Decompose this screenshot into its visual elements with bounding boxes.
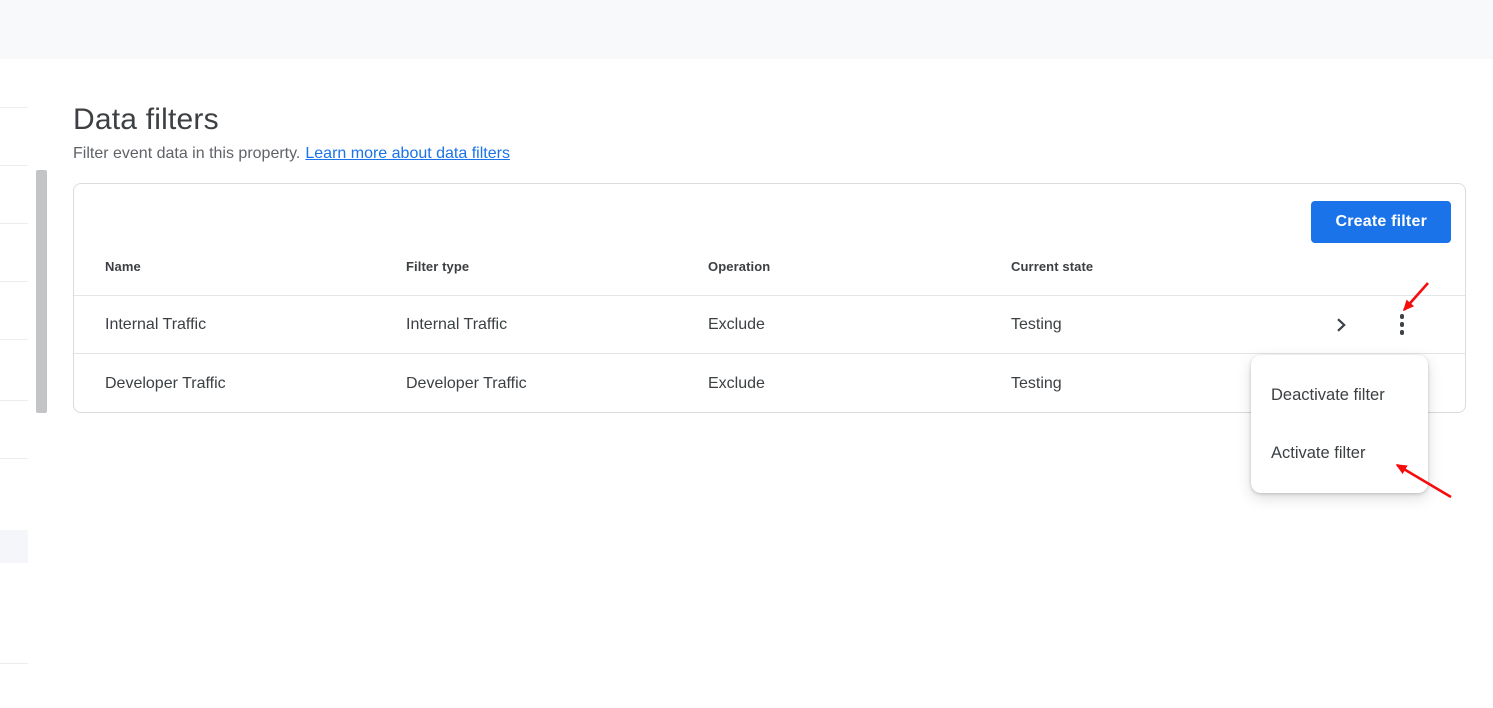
ga-admin-data-filters-page: Data filters Filter event data in this p… <box>0 0 1493 708</box>
cell-current-state: Testing <box>1011 355 1062 413</box>
header-current-state: Current state <box>1011 259 1093 274</box>
sidebar-divider <box>0 223 28 224</box>
sidebar-divider <box>0 339 28 340</box>
cell-filter-type: Developer Traffic <box>406 355 527 413</box>
page-subtitle: Filter event data in this property. Learn… <box>73 145 510 163</box>
top-bar <box>0 0 1493 59</box>
sidebar-divider <box>0 107 28 108</box>
menu-item-activate-filter[interactable]: Activate filter <box>1251 424 1428 482</box>
learn-more-link[interactable]: Learn more about data filters <box>305 145 510 162</box>
cell-name: Internal Traffic <box>105 296 206 353</box>
sidebar-item-highlight <box>0 530 28 563</box>
page-title: Data filters <box>73 103 219 137</box>
cell-operation: Exclude <box>708 355 765 413</box>
row-actions-menu: Deactivate filter Activate filter <box>1251 355 1428 493</box>
header-operation: Operation <box>708 259 770 274</box>
sidebar-divider <box>0 281 28 282</box>
sidebar-divider <box>0 400 28 401</box>
scrollbar-thumb[interactable] <box>36 170 47 413</box>
table-row-internal-traffic[interactable]: Internal Traffic Internal Traffic Exclud… <box>74 296 1465 354</box>
menu-item-deactivate-filter[interactable]: Deactivate filter <box>1251 366 1428 424</box>
row-actions-button[interactable] <box>1390 313 1414 337</box>
subtitle-text: Filter event data in this property. <box>73 145 300 162</box>
cell-current-state: Testing <box>1011 296 1062 353</box>
sidebar-divider <box>0 458 28 459</box>
cell-name: Developer Traffic <box>105 355 226 413</box>
chevron-right-icon <box>1332 316 1350 334</box>
sidebar-divider <box>0 663 28 664</box>
sidebar-divider <box>0 165 28 166</box>
table-header-row: Name Filter type Operation Current state <box>74 184 1465 296</box>
cell-filter-type: Internal Traffic <box>406 296 507 353</box>
more-vert-icon <box>1400 314 1405 335</box>
row-expand-button[interactable] <box>1329 313 1353 337</box>
header-filter-type: Filter type <box>406 259 469 274</box>
header-name: Name <box>105 259 141 274</box>
cell-operation: Exclude <box>708 296 765 353</box>
